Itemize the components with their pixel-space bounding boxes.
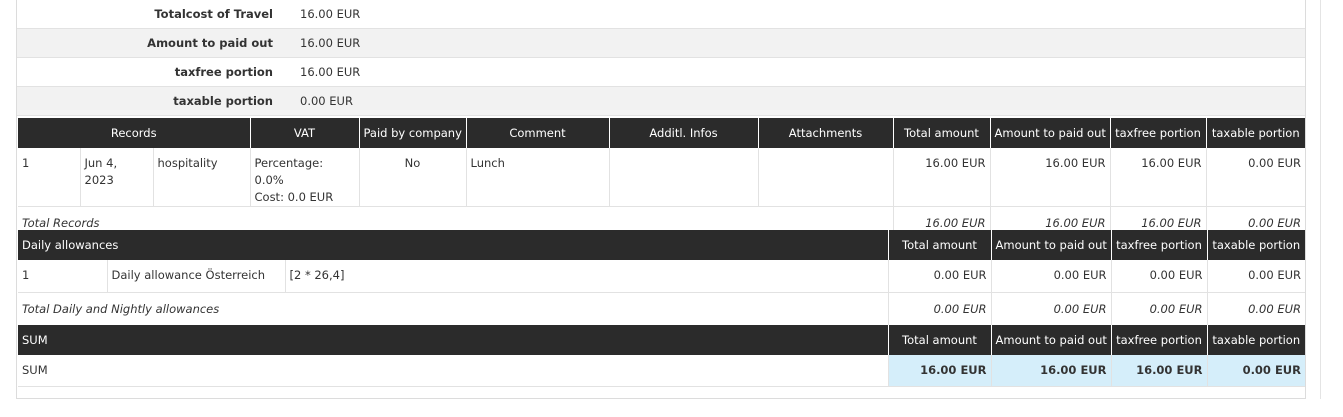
- record-taxfree: 16.00 EUR: [1110, 148, 1207, 207]
- col-header-taxable: taxable portion: [1206, 118, 1305, 148]
- summary-row-amount-paid-out: Amount to paid out 16.00 EUR: [17, 29, 1305, 58]
- sum-row: SUM 16.00 EUR 16.00 EUR 16.00 EUR 0.00 E…: [18, 355, 1305, 387]
- travel-expense-panel: Totalcost of Travel 16.00 EUR Amount to …: [16, 0, 1306, 399]
- col-header-total-amount: Total amount: [888, 230, 992, 260]
- col-header-taxfree: taxfree portion: [1111, 230, 1208, 260]
- record-number: 1: [18, 148, 81, 207]
- allowances-total-taxfree: 0.00 EUR: [1111, 292, 1208, 326]
- sum-total-amount: 16.00 EUR: [888, 355, 992, 387]
- allowance-taxable: 0.00 EUR: [1207, 260, 1305, 293]
- cost-summary: Totalcost of Travel 16.00 EUR Amount to …: [17, 0, 1305, 116]
- record-additional-infos: [609, 148, 759, 207]
- summary-row-taxable: taxable portion 0.00 EUR: [17, 87, 1305, 116]
- col-header-taxable: taxable portion: [1207, 230, 1305, 260]
- summary-value: 16.00 EUR: [300, 7, 361, 21]
- allowances-total-row: Total Daily and Nightly allowances 0.00 …: [18, 292, 1305, 326]
- col-header-amount-paid-out: Amount to paid out: [991, 325, 1112, 355]
- allowances-total-label: Total Daily and Nightly allowances: [18, 292, 889, 326]
- record-date: Jun 4, 2023: [80, 148, 154, 207]
- table-row[interactable]: 1 Daily allowance Österreich [2 * 26,4] …: [18, 260, 1305, 293]
- allowance-taxfree: 0.00 EUR: [1111, 260, 1208, 293]
- table-row[interactable]: 1 Jun 4, 2023 hospitality Percentage: 0.…: [18, 148, 1305, 207]
- allowances-total-amount: 0.00 EUR: [888, 292, 992, 326]
- allowances-total-paid-out: 0.00 EUR: [991, 292, 1112, 326]
- allowance-name: Daily allowance Österreich: [107, 260, 286, 293]
- sum-amount-paid-out: 16.00 EUR: [991, 355, 1112, 387]
- page-scroll-edge: [1320, 0, 1321, 399]
- col-header-paid-by-company: Paid by company: [359, 118, 467, 148]
- sum-header-row: SUM Total amount Amount to paid out taxf…: [18, 325, 1305, 355]
- summary-label: taxfree portion: [174, 65, 273, 79]
- sum-label: SUM: [18, 355, 889, 387]
- vat-cost: Cost: 0.0 EUR: [254, 190, 334, 204]
- record-taxable: 0.00 EUR: [1206, 148, 1305, 207]
- allowance-total-amount: 0.00 EUR: [888, 260, 992, 293]
- allowances-table: Daily allowances Total amount Amount to …: [18, 230, 1305, 326]
- sum-table: SUM Total amount Amount to paid out taxf…: [18, 325, 1305, 387]
- allowance-formula: [2 * 26,4]: [285, 260, 889, 293]
- summary-value: 0.00 EUR: [300, 94, 353, 108]
- col-header-amount-paid-out: Amount to paid out: [990, 118, 1111, 148]
- summary-label: Totalcost of Travel: [154, 7, 273, 21]
- record-attachments: [758, 148, 894, 207]
- summary-label: Amount to paid out: [147, 36, 273, 50]
- col-header-total-amount: Total amount: [893, 118, 991, 148]
- record-total-amount: 16.00 EUR: [893, 148, 991, 207]
- vat-percentage: Percentage: 0.0%: [254, 156, 324, 187]
- col-header-taxable: taxable portion: [1207, 325, 1305, 355]
- summary-value: 16.00 EUR: [300, 36, 361, 50]
- record-category: hospitality: [153, 148, 251, 207]
- col-header-records: Records: [18, 118, 251, 148]
- allowance-number: 1: [18, 260, 108, 293]
- col-header-taxfree: taxfree portion: [1110, 118, 1207, 148]
- col-header-additional-infos: Additl. Infos: [609, 118, 759, 148]
- col-header-taxfree: taxfree portion: [1111, 325, 1208, 355]
- allowance-amount-paid-out: 0.00 EUR: [991, 260, 1112, 293]
- summary-label: taxable portion: [173, 94, 273, 108]
- summary-row-taxfree: taxfree portion 16.00 EUR: [17, 58, 1305, 87]
- allowances-header-row: Daily allowances Total amount Amount to …: [18, 230, 1305, 260]
- col-header-comment: Comment: [466, 118, 610, 148]
- col-header-sum: SUM: [18, 325, 889, 355]
- summary-row-total-cost: Totalcost of Travel 16.00 EUR: [17, 0, 1305, 29]
- col-header-total-amount: Total amount: [888, 325, 992, 355]
- records-table: Records VAT Paid by company Comment Addi…: [18, 118, 1305, 241]
- sum-taxfree: 16.00 EUR: [1111, 355, 1208, 387]
- record-amount-paid-out: 16.00 EUR: [990, 148, 1111, 207]
- records-header-row: Records VAT Paid by company Comment Addi…: [18, 118, 1305, 148]
- col-header-daily-allowances: Daily allowances: [18, 230, 889, 260]
- col-header-amount-paid-out: Amount to paid out: [991, 230, 1112, 260]
- record-paid-by-company: No: [359, 148, 467, 207]
- sum-taxable: 0.00 EUR: [1207, 355, 1305, 387]
- record-vat: Percentage: 0.0% Cost: 0.0 EUR: [250, 148, 360, 207]
- record-comment: Lunch: [466, 148, 610, 207]
- col-header-vat: VAT: [250, 118, 360, 148]
- allowances-total-taxable: 0.00 EUR: [1207, 292, 1305, 326]
- summary-value: 16.00 EUR: [300, 65, 361, 79]
- col-header-attachments: Attachments: [758, 118, 894, 148]
